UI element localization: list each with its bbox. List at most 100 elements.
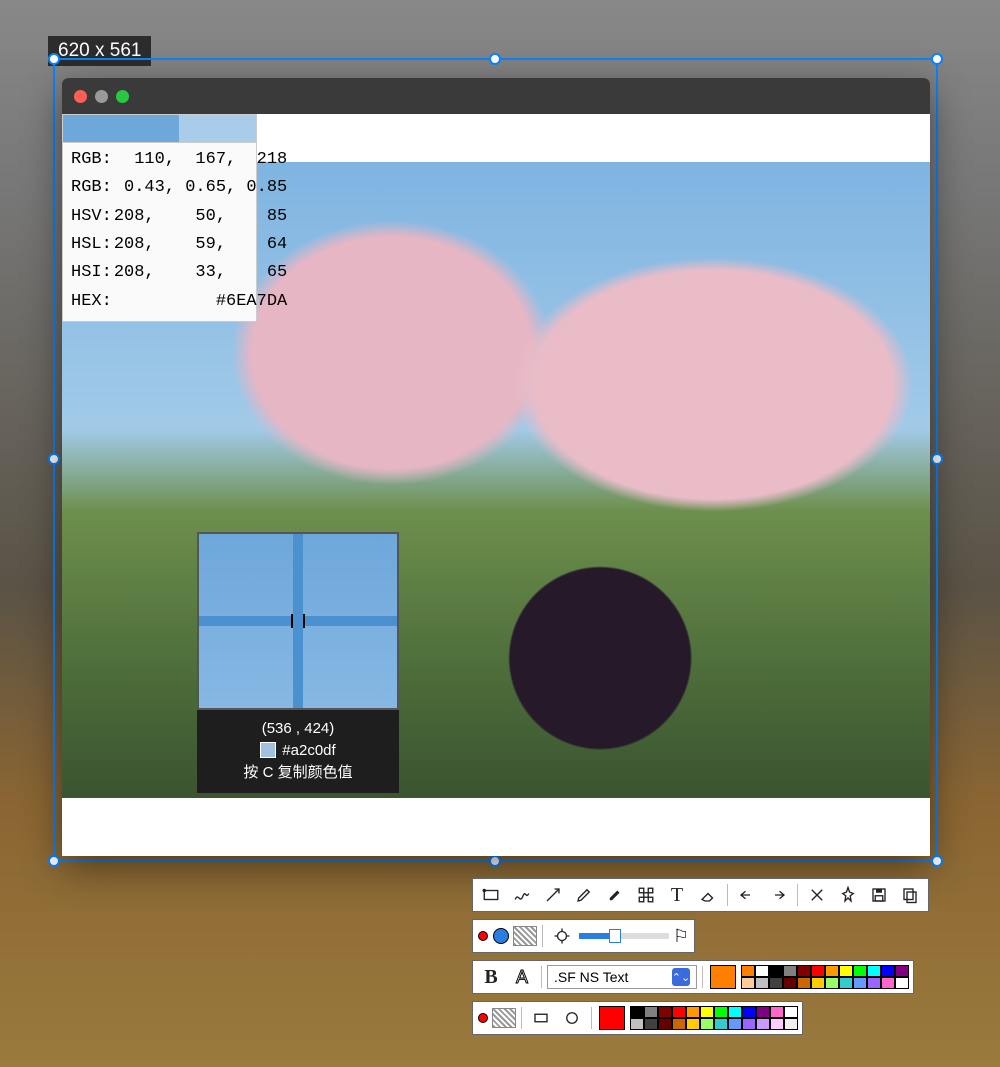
palette-cell[interactable]: [853, 977, 867, 989]
target-icon[interactable]: [548, 923, 576, 949]
palette-cell[interactable]: [686, 1018, 700, 1030]
pen-tool[interactable]: [570, 882, 598, 908]
stroke-thin-icon[interactable]: [478, 931, 488, 941]
palette-cell[interactable]: [742, 1006, 756, 1018]
palette-cell[interactable]: [714, 1018, 728, 1030]
rect-tool[interactable]: [477, 882, 505, 908]
font-select[interactable]: .SF NS Text ⌃⌄: [547, 965, 697, 989]
palette-cell[interactable]: [756, 1018, 770, 1030]
palette-cell[interactable]: [770, 1006, 784, 1018]
resize-handle-ml[interactable]: [48, 453, 60, 465]
palette-cell[interactable]: [756, 1006, 770, 1018]
palette-cell[interactable]: [741, 965, 755, 977]
palette-cell[interactable]: [784, 1006, 798, 1018]
resize-handle-br[interactable]: [931, 855, 943, 867]
palette-cell[interactable]: [895, 977, 909, 989]
resize-handle-bl[interactable]: [48, 855, 60, 867]
palette-cell[interactable]: [881, 965, 895, 977]
minimize-window-icon[interactable]: [95, 90, 108, 103]
palette-cell[interactable]: [728, 1018, 742, 1030]
palette-cell[interactable]: [784, 1018, 798, 1030]
palette-cell[interactable]: [769, 965, 783, 977]
palette-cell[interactable]: [630, 1018, 644, 1030]
palette-cell[interactable]: [714, 1006, 728, 1018]
palette-cell[interactable]: [741, 977, 755, 989]
palette-cell[interactable]: [867, 965, 881, 977]
palette-cell[interactable]: [658, 1006, 672, 1018]
mosaic-tool[interactable]: [632, 882, 660, 908]
resize-handle-tl[interactable]: [48, 53, 60, 65]
hex-label: HEX:: [71, 289, 112, 315]
palette-cell[interactable]: [811, 965, 825, 977]
palette-cell[interactable]: [797, 965, 811, 977]
palette-cell[interactable]: [769, 977, 783, 989]
palette-cell[interactable]: [700, 1006, 714, 1018]
palette-cell[interactable]: [742, 1018, 756, 1030]
stroke-thick-icon[interactable]: [493, 928, 509, 944]
circle-outline-icon[interactable]: [558, 1005, 586, 1031]
close-window-icon[interactable]: [74, 90, 87, 103]
resize-handle-bc[interactable]: [489, 855, 501, 867]
stroke-width-slider[interactable]: [579, 933, 669, 939]
palette-cell[interactable]: [700, 1018, 714, 1030]
palette-cell[interactable]: [825, 977, 839, 989]
palette-cell[interactable]: [672, 1018, 686, 1030]
separator: [797, 884, 798, 906]
slider-thumb[interactable]: [609, 929, 621, 943]
palette-cell[interactable]: [630, 1006, 644, 1018]
undo-button[interactable]: [733, 882, 761, 908]
arrow-tool[interactable]: [539, 882, 567, 908]
resize-handle-tr[interactable]: [931, 53, 943, 65]
bold-button[interactable]: B: [477, 964, 505, 990]
slider-flag-icon: ⚐: [672, 926, 690, 947]
palette-cell[interactable]: [658, 1018, 672, 1030]
palette-cell[interactable]: [770, 1018, 784, 1030]
palette-cell[interactable]: [644, 1006, 658, 1018]
zoom-window-icon[interactable]: [116, 90, 129, 103]
text-color-swatch[interactable]: [710, 965, 736, 989]
palette-cell[interactable]: [797, 977, 811, 989]
dot-small-icon[interactable]: [478, 1013, 488, 1023]
palette-cell[interactable]: [755, 977, 769, 989]
palette-cell[interactable]: [825, 965, 839, 977]
palette-cell[interactable]: [811, 977, 825, 989]
palette-cell[interactable]: [728, 1006, 742, 1018]
fill-color-swatch[interactable]: [599, 1006, 625, 1030]
redo-button[interactable]: [764, 882, 792, 908]
magnifier-coord: (536 , 424): [203, 718, 393, 740]
copy-button[interactable]: [896, 882, 924, 908]
palette-cell[interactable]: [672, 1006, 686, 1018]
close-button[interactable]: [803, 882, 831, 908]
eraser-tool[interactable]: [694, 882, 722, 908]
text-options-toolbar: B A .SF NS Text ⌃⌄: [472, 960, 914, 994]
hatch-pattern2-icon[interactable]: [492, 1008, 516, 1028]
palette-cell[interactable]: [839, 977, 853, 989]
hsi-label: HSI:: [71, 260, 112, 286]
rgb-label: RGB:: [71, 147, 112, 173]
outline-button[interactable]: A: [508, 964, 536, 990]
resize-handle-mr[interactable]: [931, 453, 943, 465]
palette-cell[interactable]: [644, 1018, 658, 1030]
palette-cell[interactable]: [755, 965, 769, 977]
palette-cell[interactable]: [839, 965, 853, 977]
rect-outline-icon[interactable]: [527, 1005, 555, 1031]
text-color-palette[interactable]: [741, 965, 909, 989]
hsv-value: 208, 50, 85: [114, 204, 293, 230]
shape-color-palette[interactable]: [630, 1006, 798, 1030]
palette-cell[interactable]: [853, 965, 867, 977]
palette-cell[interactable]: [783, 965, 797, 977]
palette-cell[interactable]: [686, 1006, 700, 1018]
rgb-float-value: 0.43, 0.65, 0.85: [114, 175, 293, 201]
hatch-pattern-icon[interactable]: [513, 926, 537, 946]
palette-cell[interactable]: [783, 977, 797, 989]
annotation-toolbar: T: [472, 878, 929, 912]
palette-cell[interactable]: [895, 965, 909, 977]
resize-handle-tc[interactable]: [489, 53, 501, 65]
pin-button[interactable]: [834, 882, 862, 908]
freehand-tool[interactable]: [508, 882, 536, 908]
text-tool[interactable]: T: [663, 882, 691, 908]
highlighter-tool[interactable]: [601, 882, 629, 908]
palette-cell[interactable]: [867, 977, 881, 989]
palette-cell[interactable]: [881, 977, 895, 989]
save-button[interactable]: [865, 882, 893, 908]
